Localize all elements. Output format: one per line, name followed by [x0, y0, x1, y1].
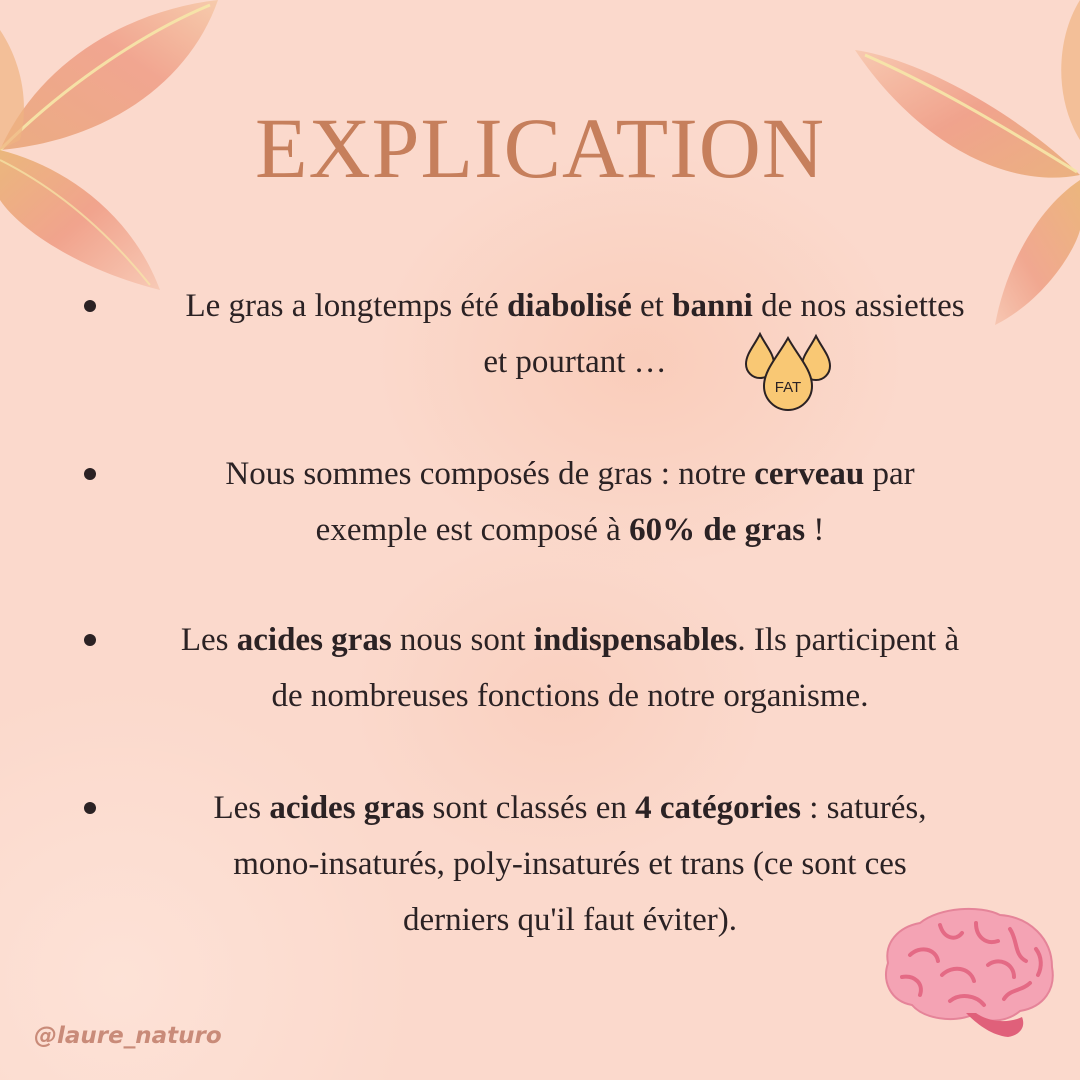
bullet-text-bold: acides gras	[236, 622, 392, 658]
fat-drops-icon: FAT	[744, 331, 832, 411]
bullet-text-run: de nombreuses fonctions de notre organis…	[271, 678, 869, 714]
bullet-dot	[84, 468, 96, 480]
bullet-text-bold: diabolisé	[507, 288, 632, 324]
bullet-text-run: Les	[213, 790, 270, 826]
bullet-text-run: mono-insaturés, poly-insaturés et trans …	[233, 846, 907, 882]
bullet-text-run: nous sont	[391, 622, 534, 658]
bullet-dot	[84, 802, 96, 814]
bullet-text-bold: acides gras	[269, 790, 425, 826]
bullet-text-bold: 4 catégories	[635, 790, 801, 826]
bullet-text-bold: banni	[672, 288, 753, 324]
bullet-dot	[84, 300, 96, 312]
bullet-text-run: Les	[180, 622, 237, 658]
bullet-text-run: sont classés en	[424, 790, 636, 826]
bullet-text-run: : saturés,	[800, 790, 927, 826]
bullet-text-run: derniers qu'il faut éviter).	[403, 902, 737, 938]
bullet-text-run: exemple est composé à	[315, 512, 630, 548]
brain-icon	[885, 907, 1054, 1037]
bullet-text: Les acides gras nous sont indispensables…	[100, 612, 1040, 724]
bullet-text-run: Le gras a longtemps été	[185, 288, 508, 324]
bullet-text-run: et	[631, 288, 673, 324]
bullet-text-run: !	[805, 512, 825, 548]
fat-label: FAT	[775, 379, 801, 396]
bullet-text-bold: indispensables	[533, 622, 738, 658]
bullet-dot	[84, 634, 96, 646]
bullet-text-run: Nous sommes composés de gras : notre	[225, 456, 755, 492]
bullet-text-run: de nos assiettes	[752, 288, 965, 324]
bullet-text: Nous sommes composés de gras : notre cer…	[100, 446, 1040, 558]
bullet-text-run: et pourtant …	[483, 344, 667, 380]
bullet-text-run: . Ils participent à	[737, 622, 960, 658]
bullet-text: Le gras a longtemps été diabolisé et ban…	[100, 278, 1050, 390]
author-handle: @laure_naturo	[34, 1023, 222, 1049]
bullet-text-bold: cerveau	[754, 456, 865, 492]
bullet-text-run: par	[864, 456, 915, 492]
bullet-text-bold: 60% de gras	[629, 512, 806, 548]
